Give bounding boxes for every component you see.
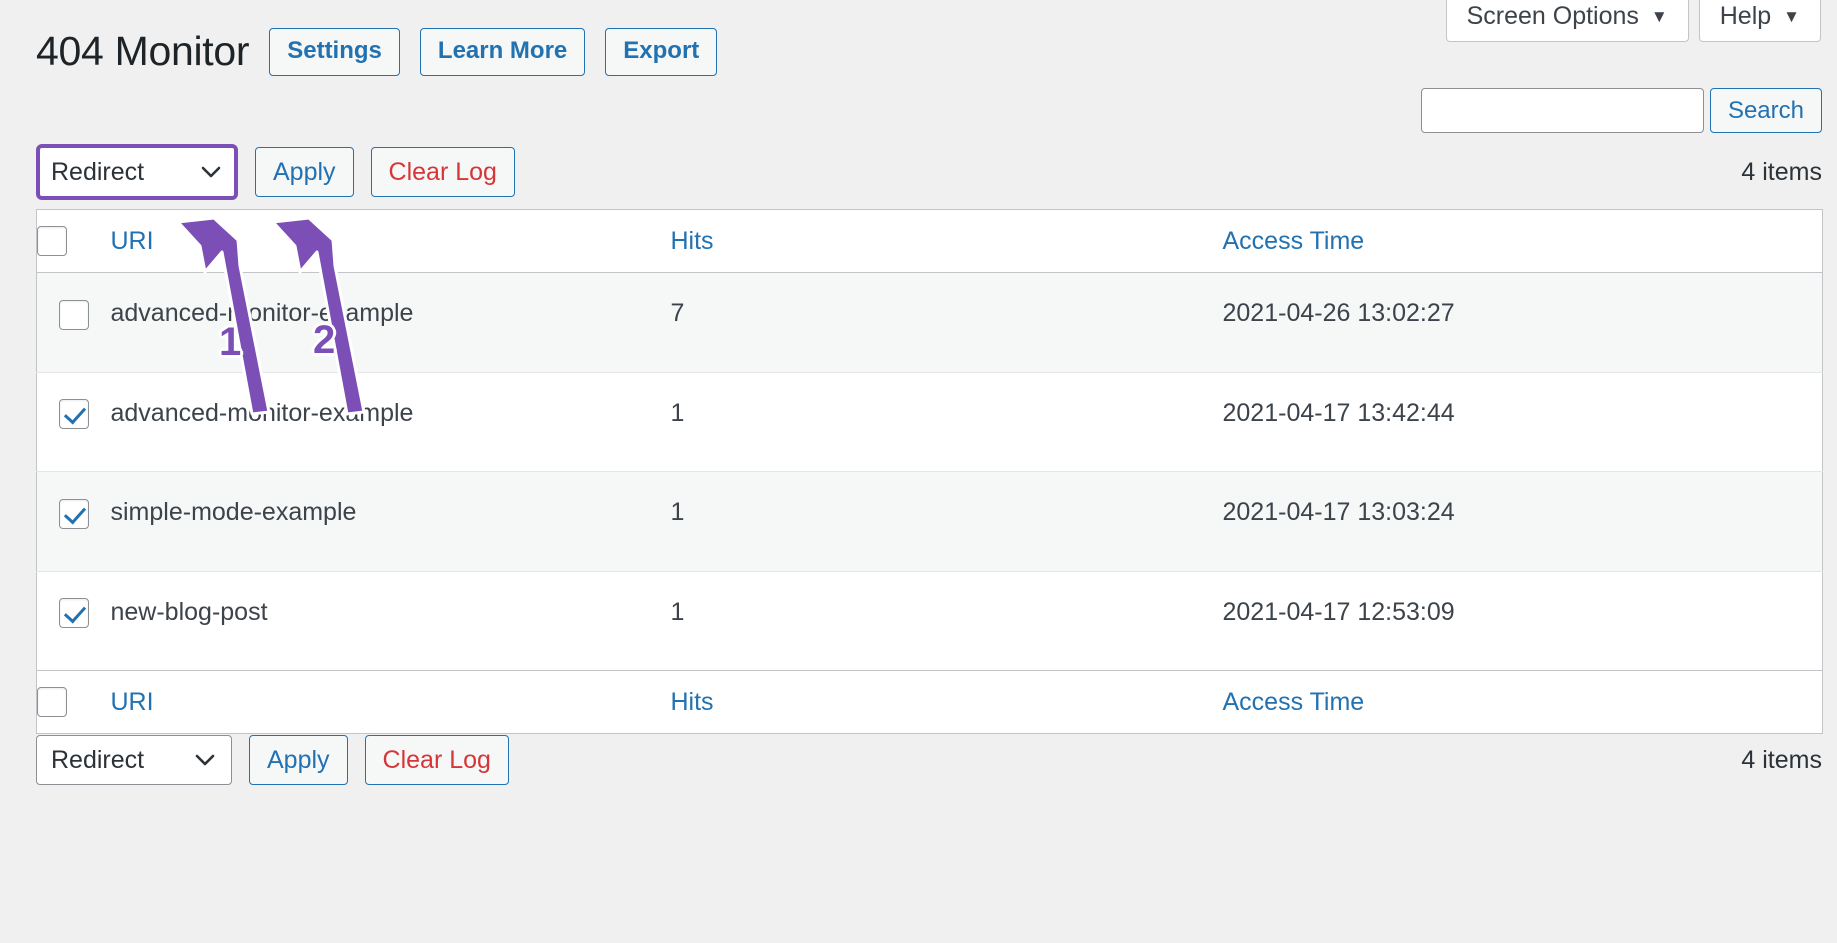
search-box: Search — [1420, 88, 1822, 133]
apply-button[interactable]: Apply — [255, 147, 354, 197]
table-row[interactable]: advanced-monitor-example 7 2021-04-26 13… — [36, 272, 1823, 373]
column-header-hits-link[interactable]: Hits — [671, 227, 714, 255]
page-header: 404 Monitor Settings Learn More Export — [36, 27, 718, 77]
learn-more-button[interactable]: Learn More — [419, 28, 586, 77]
table-row[interactable]: new-blog-post 1 2021-04-17 12:53:09 — [37, 571, 1823, 670]
cell-access-time: 2021-04-17 13:42:44 — [1222, 372, 1823, 473]
chevron-down-icon: ▼ — [1783, 7, 1800, 26]
table-row[interactable]: simple-mode-example 1 2021-04-17 13:03:2… — [36, 471, 1823, 572]
cell-hits: 7 — [670, 272, 1223, 373]
select-all-checkbox-top[interactable] — [37, 226, 67, 257]
column-header-uri-link[interactable]: URI — [111, 227, 154, 255]
screen-meta-links: Screen Options ▼ Help ▼ — [1445, 0, 1821, 42]
cell-access-time: 2021-04-17 12:53:09 — [1222, 597, 1455, 626]
select-all-footer — [36, 669, 111, 734]
row-select-cell — [36, 372, 111, 473]
column-header-uri: URI — [110, 209, 671, 274]
export-button[interactable]: Export — [605, 28, 718, 77]
column-footer-uri: URI — [110, 669, 671, 734]
table-footer-row: URI Hits Access Time — [36, 669, 1823, 734]
clear-log-button[interactable]: Clear Log — [370, 147, 515, 197]
cell-hits: 1 — [670, 471, 1223, 572]
displaying-num-bottom: 4 items — [1741, 745, 1822, 774]
admin-page: Screen Options ▼ Help ▼ 404 Monitor Sett… — [0, 0, 1837, 943]
bulk-action-select-bottom[interactable]: Redirect — [36, 735, 232, 785]
cell-uri: new-blog-post — [110, 597, 268, 626]
log-table: URI Hits Access Time advanced-monitor-ex… — [36, 209, 1823, 735]
settings-button[interactable]: Settings — [269, 28, 400, 77]
row-select-cell — [36, 272, 111, 373]
column-footer-access-time: Access Time — [1222, 669, 1823, 734]
cell-uri: advanced-monitor-example — [110, 372, 671, 473]
cell-access-time: 2021-04-26 13:02:27 — [1222, 272, 1823, 373]
displaying-num-top: 4 items — [1741, 157, 1822, 186]
apply-button-bottom[interactable]: Apply — [249, 735, 348, 785]
tablenav-bottom: Redirect Apply Clear Log 4 items — [36, 735, 1822, 785]
column-header-access-time-link[interactable]: Access Time — [1223, 227, 1365, 255]
row-select-cell — [36, 471, 111, 572]
bulk-actions-bottom: Redirect Apply Clear Log — [36, 735, 509, 785]
table-body: advanced-monitor-example 7 2021-04-26 13… — [36, 272, 1823, 671]
help-button[interactable]: Help ▼ — [1698, 0, 1821, 42]
cell-uri: advanced-monitor-example — [110, 272, 671, 373]
cell-hits: 1 — [670, 597, 685, 626]
table-row[interactable]: advanced-monitor-example 1 2021-04-17 13… — [36, 372, 1823, 473]
row-checkbox[interactable] — [58, 498, 89, 529]
select-all-header — [36, 209, 111, 274]
table-header-row: URI Hits Access Time — [36, 209, 1823, 274]
table-head: URI Hits Access Time — [36, 209, 1823, 274]
screen-options-label: Screen Options — [1466, 2, 1639, 30]
search-submit-button[interactable]: Search — [1709, 88, 1822, 133]
bulk-action-select-wrapper-bottom: Redirect — [36, 735, 232, 785]
column-footer-hits: Hits — [670, 669, 1223, 734]
bulk-action-select-wrapper: Redirect — [36, 144, 238, 200]
select-all-checkbox-bottom[interactable] — [37, 687, 67, 718]
cell-hits: 1 — [670, 372, 1223, 473]
row-select-cell — [37, 571, 111, 670]
clear-log-button-bottom[interactable]: Clear Log — [364, 735, 509, 785]
column-footer-access-time-link[interactable]: Access Time — [1223, 688, 1365, 716]
help-label: Help — [1719, 2, 1772, 30]
row-checkbox[interactable] — [58, 399, 89, 430]
bulk-action-select[interactable]: Redirect — [36, 144, 238, 200]
table-foot: URI Hits Access Time — [36, 669, 1823, 734]
tablenav-top: Redirect Apply Clear Log 4 items — [36, 144, 1822, 200]
bulk-actions-top: Redirect Apply Clear Log — [36, 144, 515, 200]
row-checkbox[interactable] — [58, 597, 89, 628]
column-header-hits: Hits — [670, 209, 1223, 274]
cell-uri: simple-mode-example — [110, 471, 671, 572]
screen-options-button[interactable]: Screen Options ▼ — [1445, 0, 1689, 42]
row-checkbox[interactable] — [58, 299, 89, 330]
page-title: 404 Monitor — [36, 27, 250, 74]
cell-access-time: 2021-04-17 13:03:24 — [1222, 471, 1823, 572]
column-footer-uri-link[interactable]: URI — [111, 688, 154, 716]
column-footer-hits-link[interactable]: Hits — [671, 688, 714, 716]
search-input[interactable] — [1420, 88, 1704, 133]
chevron-down-icon: ▼ — [1650, 7, 1668, 26]
column-header-access-time: Access Time — [1222, 209, 1823, 274]
